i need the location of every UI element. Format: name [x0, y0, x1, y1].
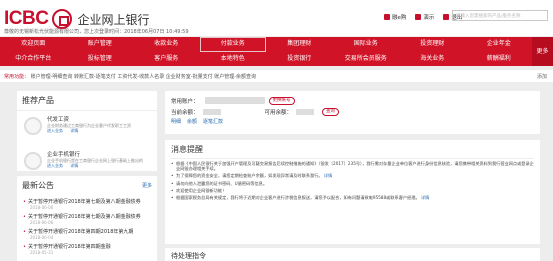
- account-links: 明细 余额 逐笔汇款: [171, 118, 534, 125]
- nav-item-international[interactable]: 国际业务: [333, 37, 400, 52]
- nav-item-exchange-member[interactable]: 交易所会员服务: [333, 52, 400, 67]
- nav-item-group-finance[interactable]: 集团理财: [266, 37, 333, 52]
- notices-header: 最新公告 更多: [17, 176, 157, 195]
- products-title: 推荐产品: [17, 91, 157, 111]
- bank-name: 企业网上银行: [77, 12, 150, 27]
- product-item: 代发工资 企业财务通过工商银行为企业客户代发职工工资 进入业务 详情: [17, 111, 157, 146]
- cart-icon: [384, 14, 390, 20]
- messages-panel: 消息提醒 根据《中国人民银行关于加强开户管理及可疑交易报告后续控制措施的通知》（…: [165, 140, 540, 244]
- message-item: 为了保障您的资金安全，请您定期检查账户余额，如发现异常请及时联系我行。 详情: [171, 173, 534, 178]
- nav-item-payments[interactable]: 付款业务: [199, 37, 266, 52]
- message-details-link[interactable]: 详情: [421, 195, 429, 200]
- nav-item-bidding[interactable]: 投标管理: [67, 52, 134, 67]
- top-links: 融e购 演示 退出: [384, 13, 462, 21]
- available-balance-masked: [296, 108, 315, 115]
- recommended-products-panel: 推荐产品 代发工资 企业财务通过工商银行为企业客户代发职工工资 进入业务 详情 …: [17, 91, 157, 171]
- pending-instructions-panel: 待处理指令: [165, 248, 540, 261]
- account-number-masked[interactable]: [204, 97, 265, 104]
- account-panel: 常用账户： 更换帐号 当前余额： 可用余额： 查询 明细 余额 逐笔汇款: [165, 91, 540, 134]
- product-links: 进入业务 详情: [47, 128, 157, 134]
- notice-date: 2018-06-04: [30, 235, 54, 240]
- main-nav: 欢迎页面 账户管理 收款业务 付款业务 集团理财 国际业务 投资理财 企业年金 …: [0, 37, 553, 66]
- product-links: 进入业务 详情: [47, 163, 157, 169]
- notices-title: 最新公告: [22, 181, 54, 190]
- nav-item-receipts[interactable]: 收款业务: [133, 37, 200, 52]
- quick-functions-list[interactable]: 账户管理-明细查询 转账汇款-逐笔支付 工资代发-收款人名录 企业财务室-批量支…: [31, 74, 256, 80]
- last-login-info: 尊敬的无锡新松光伏能源有限公司，您上次登录时间：2018年06月07日 10:4…: [4, 29, 189, 35]
- message-item: 请勿向他人泄露您的证书密码、U盾密码等信息。: [171, 181, 534, 186]
- message-details-link[interactable]: 详情: [324, 173, 332, 178]
- message-item: 欢迎使用企业网银新功能！: [171, 188, 534, 193]
- logo-text: ICBC: [4, 8, 49, 29]
- nav-item-account-mgmt[interactable]: 账户管理: [67, 37, 134, 52]
- query-balance-button[interactable]: 查询: [322, 107, 340, 116]
- quick-functions-bar: 常用功能： 账户管理-明细查询 转账汇款-逐笔支付 工资代发-收款人名录 企业财…: [0, 70, 553, 82]
- add-quick-function-button[interactable]: 添加: [537, 73, 547, 80]
- notice-date: 2018-06-06: [30, 205, 54, 210]
- quick-functions-label: 常用功能：: [4, 74, 30, 80]
- message-item: 根据《中国人民银行关于加强开户管理及可疑交易报告后续控制措施的通知》（银发〔20…: [171, 161, 534, 171]
- notice-date: 2018-05-31: [30, 250, 54, 255]
- notice-item[interactable]: 关于暂停开通银行2018年第七期及第八期金融债券 2018-06-06: [17, 213, 157, 225]
- message-text: 请勿向他人泄露您的证书密码、U盾密码等信息。: [176, 180, 268, 186]
- app-root: ICBC 企业网上银行 尊敬的无锡新松光伏能源有限公司，您上次登录时间：2018…: [0, 0, 553, 261]
- message-text: 为了保障您的资金安全，请您定期检查账户余额，如发现异常请及时联系我行。: [176, 173, 323, 179]
- nav-item-customer-service[interactable]: 客户服务: [133, 52, 200, 67]
- notice-item[interactable]: 关于暂停开通银行2018年第七期及第八期金融债券 2018-06-06: [17, 198, 157, 210]
- current-balance-label: 当前余额：: [171, 109, 199, 116]
- notice-title[interactable]: 关于暂停开通银行2018年第七期及第八期金融债券: [23, 198, 151, 205]
- account-row: 常用账户： 更换帐号: [171, 95, 534, 106]
- details-link[interactable]: 详情: [70, 128, 78, 133]
- nav-item-welcome[interactable]: 欢迎页面: [0, 37, 67, 52]
- nav-more-button[interactable]: 更多: [532, 37, 553, 66]
- nav-item-investment[interactable]: 投资理财: [399, 37, 466, 52]
- header: ICBC 企业网上银行 尊敬的无锡新松光伏能源有限公司，您上次登录时间：2018…: [0, 0, 553, 36]
- notice-date: 2018-06-06: [30, 220, 54, 225]
- notice-item[interactable]: 关于暂停开通银行2018年第四期2018年第九期 2018-06-04: [17, 228, 157, 240]
- nav-grid: 欢迎页面 账户管理 收款业务 付款业务 集团理财 国际业务 投资理财 企业年金 …: [0, 37, 532, 66]
- account-label: 常用账户：: [171, 98, 199, 105]
- current-balance-masked: [202, 108, 221, 115]
- demo-icon: [415, 14, 422, 20]
- icbc-seal-icon: [52, 9, 73, 29]
- message-item: 根据国家税务总局有关规定，我行将于近期对企业客户进行涉税信息报送，请您予以配合，…: [171, 195, 534, 200]
- nav-item-investment-banking[interactable]: 投资银行: [266, 52, 333, 67]
- rong-e-gou-label: 融e购: [392, 15, 407, 21]
- nav-item-customs[interactable]: 海关业务: [399, 52, 466, 67]
- product-name: 代发工资: [47, 117, 70, 123]
- icbc-logo[interactable]: ICBC 企业网上银行: [4, 8, 149, 30]
- nav-item-intermediary[interactable]: 中介合作平台: [0, 52, 67, 67]
- payroll-product-icon: [24, 117, 42, 135]
- demo-label: 演示: [423, 15, 435, 21]
- transfer-link[interactable]: 逐笔汇款: [203, 118, 223, 125]
- available-balance-label: 可用余额：: [264, 109, 293, 116]
- demo-link[interactable]: 演示: [415, 13, 434, 21]
- rong-e-gou-link[interactable]: 融e购: [384, 13, 406, 21]
- enter-business-link[interactable]: 进入业务: [47, 128, 63, 133]
- product-name: 企业手机银行: [47, 152, 81, 158]
- nav-item-local[interactable]: 本地特色: [200, 52, 267, 67]
- nav-item-payroll-benefits[interactable]: 薪酬福利: [466, 52, 533, 67]
- balance-row: 当前余额： 可用余额： 查询: [171, 106, 534, 117]
- notice-title[interactable]: 关于暂停开通银行2018年第四期2018年第九期: [23, 228, 151, 235]
- notice-title[interactable]: 关于暂停开通银行2018年第七期及第八期金融债券: [23, 213, 151, 220]
- pending-title: 待处理指令: [171, 252, 206, 260]
- notice-title[interactable]: 关于暂停开通银行2018年第四期金融: [23, 243, 151, 250]
- message-text: 根据《中国人民银行关于加强开户管理及可疑交易报告后续控制措施的通知》（银发〔20…: [176, 161, 534, 172]
- power-icon: [443, 14, 450, 20]
- details-link[interactable]: 详情: [70, 163, 78, 168]
- details-link[interactable]: 明细: [171, 118, 181, 125]
- notices-more-link[interactable]: 更多: [142, 182, 152, 189]
- message-text: 欢迎使用企业网银新功能！: [176, 187, 227, 193]
- notices-panel: 最新公告 更多 关于暂停开通银行2018年第七期及第八期金融债券 2018-06…: [17, 176, 157, 261]
- notice-item[interactable]: 关于暂停开通银行2018年第四期金融 2018-05-31: [17, 243, 157, 255]
- change-account-button[interactable]: 更换帐号: [268, 96, 295, 105]
- enter-business-link[interactable]: 进入业务: [47, 163, 63, 168]
- nav-item-annuity[interactable]: 企业年金: [466, 37, 533, 52]
- search-input[interactable]: 请输入您需搜索的产品/服务名称: [452, 10, 548, 21]
- messages-title: 消息提醒: [171, 144, 534, 159]
- mobile-banking-product-icon: [24, 152, 42, 170]
- balance-link[interactable]: 余额: [187, 118, 197, 125]
- message-text: 根据国家税务总局有关规定，我行将于近期对企业客户进行涉税信息报送，请您予以配合，…: [176, 195, 420, 201]
